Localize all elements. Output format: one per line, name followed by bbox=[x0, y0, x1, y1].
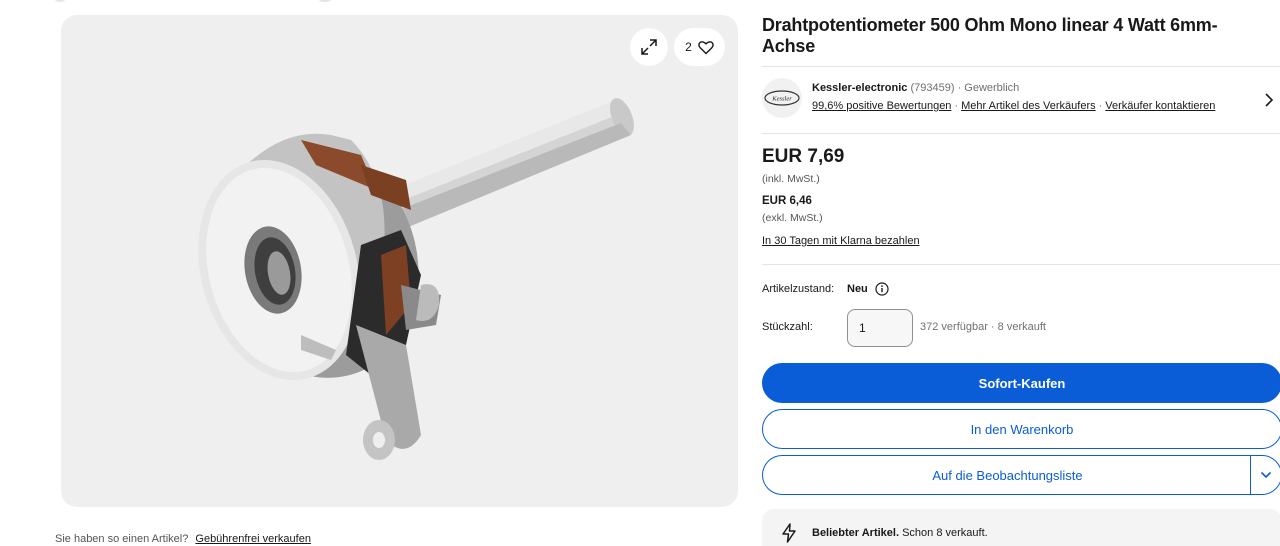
separator: · bbox=[954, 100, 959, 112]
chevron-down-icon bbox=[1260, 471, 1272, 479]
contact-seller-link[interactable]: Verkäufer kontaktieren bbox=[1105, 100, 1215, 112]
top-stub-right bbox=[316, 0, 334, 2]
watchlist-button[interactable]: Auf die Beobachtungsliste bbox=[762, 455, 1252, 495]
watch-count-button[interactable]: 2 bbox=[674, 28, 725, 66]
price-net-note: (exkl. MwSt.) bbox=[762, 212, 823, 224]
separator: · bbox=[1098, 100, 1103, 112]
listing-page: 2 Sie haben so einen Artikel? Gebührenfr… bbox=[0, 0, 1280, 546]
divider bbox=[762, 133, 1280, 134]
more-items-link[interactable]: Mehr Artikel des Verkäufers bbox=[961, 100, 1096, 112]
price-vat-note: (inkl. MwSt.) bbox=[762, 173, 820, 185]
quantity-label: Stückzahl: bbox=[762, 321, 813, 333]
expand-icon bbox=[641, 39, 657, 55]
positive-feedback-link[interactable]: 99,6% positive Bewertungen bbox=[812, 100, 951, 112]
divider bbox=[762, 264, 1280, 265]
watch-count: 2 bbox=[685, 40, 692, 54]
klarna-link[interactable]: In 30 Tagen mit Klarna bezahlen bbox=[762, 235, 920, 247]
heart-icon bbox=[698, 40, 714, 54]
condition-label: Artikelzustand: bbox=[762, 283, 835, 295]
chevron-right-icon[interactable] bbox=[1262, 92, 1276, 108]
expand-image-button[interactable] bbox=[630, 28, 668, 66]
seller-info: Kessler-electronic (793459) · Gewerblich bbox=[812, 82, 1019, 94]
popular-rest: Schon 8 verkauft. bbox=[899, 527, 988, 539]
button-divider bbox=[1250, 455, 1251, 495]
listing-title: Drahtpotentiometer 500 Ohm Mono linear 4… bbox=[762, 15, 1218, 56]
quantity-input[interactable] bbox=[847, 309, 913, 347]
seller-type: · Gewerblich bbox=[957, 82, 1020, 94]
shaft bbox=[381, 98, 634, 230]
condition-value: Neu bbox=[847, 283, 868, 295]
top-stub-left bbox=[52, 0, 68, 2]
info-icon[interactable] bbox=[875, 282, 889, 296]
sell-free-link[interactable]: Gebührenfrei verkaufen bbox=[195, 533, 311, 545]
product-image bbox=[198, 98, 634, 460]
watchlist-dropdown-button[interactable] bbox=[1250, 455, 1280, 495]
popular-item-text: Beliebter Artikel. Schon 8 verkauft. bbox=[812, 527, 988, 539]
popular-bold: Beliebter Artikel. bbox=[812, 527, 900, 539]
price: EUR 7,69 bbox=[762, 146, 845, 167]
seller-feedback-count: (793459) bbox=[910, 82, 955, 94]
product-image-panel[interactable]: 2 bbox=[61, 15, 738, 507]
price-net: EUR 6,46 bbox=[762, 195, 812, 207]
lightning-icon bbox=[782, 523, 796, 543]
buy-now-button[interactable]: Sofort-Kaufen bbox=[762, 363, 1280, 403]
seller-avatar[interactable]: Kessler bbox=[762, 78, 802, 118]
svg-text:Kessler: Kessler bbox=[771, 96, 792, 103]
seller-name[interactable]: Kessler-electronic bbox=[812, 82, 907, 94]
seller-links: 99,6% positive Bewertungen · Mehr Artikel … bbox=[812, 100, 1215, 112]
quantity-availability: 372 verfügbar · 8 verkauft bbox=[920, 321, 1046, 333]
sell-question: Sie haben so einen Artikel? bbox=[55, 533, 189, 545]
seller-logo: Kessler bbox=[764, 90, 800, 106]
divider bbox=[762, 66, 1280, 67]
sell-prompt: Sie haben so einen Artikel? Gebührenfrei… bbox=[55, 533, 311, 545]
add-to-cart-button[interactable]: In den Warenkorb bbox=[762, 409, 1280, 449]
popular-item-banner: Beliebter Artikel. Schon 8 verkauft. bbox=[762, 509, 1280, 546]
